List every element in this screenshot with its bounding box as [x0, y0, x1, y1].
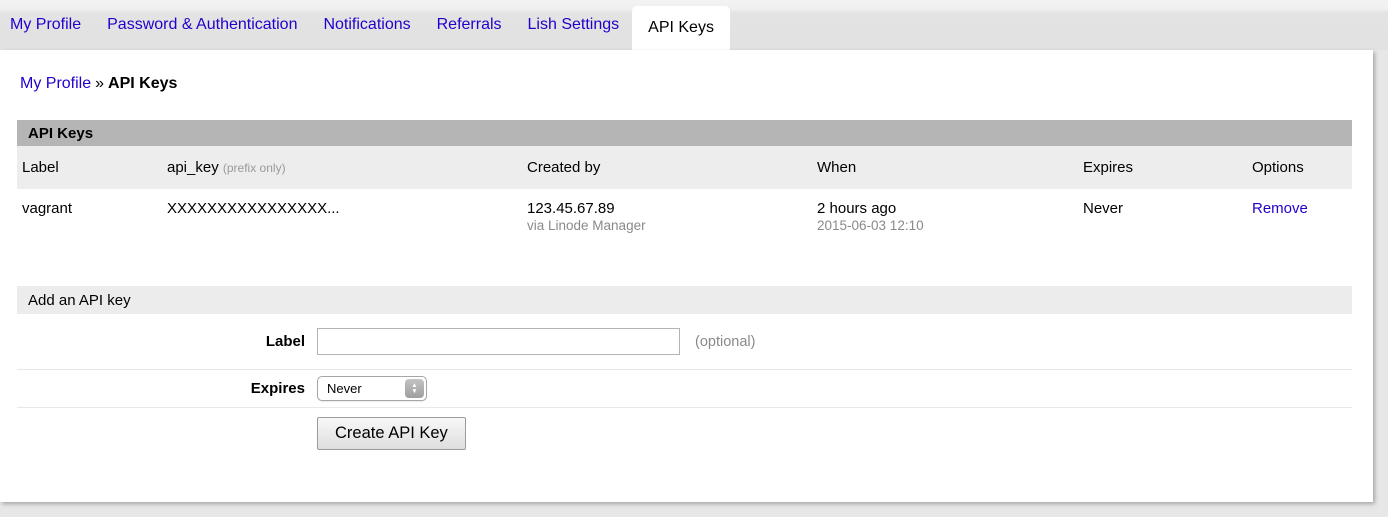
created-via: via Linode Manager: [527, 218, 812, 233]
breadcrumb-my-profile-link[interactable]: My Profile: [20, 75, 91, 92]
tab-notifications[interactable]: Notifications: [310, 0, 423, 50]
create-api-key-button[interactable]: Create API Key: [317, 417, 466, 450]
column-header-api-key-note: (prefix only): [223, 161, 286, 175]
expires-field-row: Expires Never ▲▼: [17, 370, 1352, 408]
when-cell: 2 hours ago 2015-06-03 12:10: [812, 200, 1078, 233]
when-relative: 2 hours ago: [817, 200, 1078, 217]
label-field-row: Label (optional): [17, 314, 1352, 370]
submit-row: Create API Key: [17, 408, 1352, 459]
remove-key-link[interactable]: Remove: [1252, 200, 1308, 217]
created-by-cell: 123.45.67.89 via Linode Manager: [522, 200, 812, 233]
expires-field-label: Expires: [17, 380, 317, 397]
key-prefix-cell: XXXXXXXXXXXXXXXX...: [162, 200, 522, 233]
select-stepper-icon: ▲▼: [405, 379, 424, 398]
key-label-cell: vagrant: [17, 200, 162, 233]
expires-selected-value: Never: [327, 381, 362, 396]
breadcrumb: My Profile»API Keys: [0, 50, 1373, 93]
tab-lish-settings[interactable]: Lish Settings: [515, 0, 633, 50]
column-header-label: Label: [17, 159, 162, 176]
table-row: vagrant XXXXXXXXXXXXXXXX... 123.45.67.89…: [17, 189, 1352, 253]
column-header-api-key: api_key (prefix only): [162, 159, 522, 176]
api-keys-table-header: Label api_key (prefix only) Created by W…: [17, 146, 1352, 189]
column-header-when: When: [812, 159, 1078, 176]
column-header-options: Options: [1247, 159, 1352, 176]
content-panel: My Profile»API Keys API Keys Label api_k…: [0, 50, 1373, 502]
breadcrumb-current: API Keys: [108, 75, 177, 92]
profile-tab-bar: My Profile Password & Authentication Not…: [0, 0, 1388, 50]
label-input[interactable]: [317, 328, 680, 355]
add-api-key-form: Add an API key Label (optional) Expires …: [17, 286, 1352, 459]
api-keys-table-title: API Keys: [17, 120, 1352, 146]
tab-referrals[interactable]: Referrals: [424, 0, 515, 50]
tab-my-profile[interactable]: My Profile: [10, 0, 94, 50]
label-field-label: Label: [17, 333, 317, 350]
breadcrumb-separator: »: [91, 75, 108, 92]
tab-password-authentication[interactable]: Password & Authentication: [94, 0, 310, 50]
api-keys-table: API Keys Label api_key (prefix only) Cre…: [17, 120, 1352, 253]
label-optional-hint: (optional): [695, 334, 755, 350]
column-header-expires: Expires: [1078, 159, 1247, 176]
expires-cell: Never: [1078, 200, 1247, 233]
created-by-ip: 123.45.67.89: [527, 200, 812, 217]
when-absolute: 2015-06-03 12:10: [817, 218, 1078, 233]
column-header-created-by: Created by: [522, 159, 812, 176]
tab-api-keys[interactable]: API Keys: [632, 6, 730, 50]
expires-select[interactable]: Never ▲▼: [317, 376, 427, 401]
add-api-key-title: Add an API key: [17, 286, 1352, 314]
